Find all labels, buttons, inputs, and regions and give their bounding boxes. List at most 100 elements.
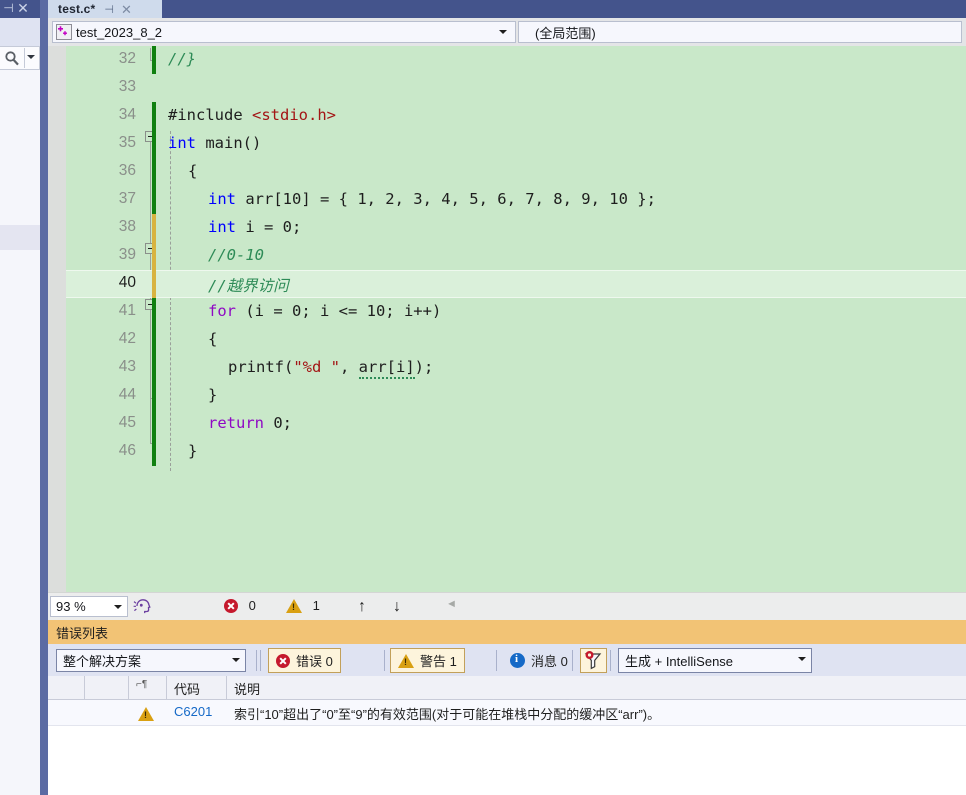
code-line[interactable]: 44} xyxy=(66,382,966,410)
previous-issue-button[interactable]: ↑ xyxy=(358,598,366,616)
tool-window-caption: ⊣ ✕ xyxy=(0,0,40,18)
chevron-down-icon[interactable] xyxy=(232,658,240,662)
project-dropdown[interactable]: test_2023_8_2 xyxy=(52,21,516,43)
code-text: //越界访问 xyxy=(208,274,289,296)
table-row[interactable]: C6201 索引“10”超出了“0”至“9”的有效范围(对于可能在堆栈中分配的缓… xyxy=(48,700,966,726)
scope-dropdown[interactable]: (全局范围) xyxy=(518,21,962,43)
code-line[interactable]: 43 printf("%d ", arr[i]); xyxy=(66,354,966,382)
search-input[interactable] xyxy=(0,46,40,70)
line-number: 46 xyxy=(118,442,136,459)
change-indicator-saved xyxy=(152,102,156,130)
code-line[interactable]: 34 #include <stdio.h> xyxy=(66,102,966,130)
code-line[interactable]: 35 int main() xyxy=(66,130,966,158)
code-token: for xyxy=(208,302,236,320)
code-line[interactable]: 42 { xyxy=(66,326,966,354)
code-line[interactable]: 45 return 0; xyxy=(66,410,966,438)
code-line[interactable]: 39 //0-10 xyxy=(66,242,966,270)
code-token: "%d " xyxy=(293,358,340,376)
line-number: 42 xyxy=(118,330,136,347)
left-tool-window: ⊣ ✕ xyxy=(0,0,40,795)
tab-label: test.c* xyxy=(58,2,96,16)
code-token: } xyxy=(188,442,198,460)
line-number: 37 xyxy=(118,190,136,207)
warnings-toggle-label: 警告 1 xyxy=(420,654,457,669)
code-token: arr[10] = { 1, 2, 3, 4, 5, 6, 7, 8, 9, 1… xyxy=(236,190,656,208)
code-token: int xyxy=(208,190,236,208)
code-text: for (i = 0; i <= 10; i++) xyxy=(208,302,441,320)
code-line[interactable]: 46} xyxy=(66,438,966,466)
code-editor[interactable]: 32//} 33 34 #include <stdio.h> 35 int main() 3… xyxy=(48,46,966,592)
column-header-description[interactable]: 说明 xyxy=(234,679,260,698)
tool-window-selected-item[interactable] xyxy=(0,225,40,250)
toolbar-divider xyxy=(384,650,385,671)
build-filter-dropdown[interactable]: 生成 + IntelliSense xyxy=(618,648,812,673)
zoom-level-dropdown[interactable]: 93 % xyxy=(50,596,128,617)
change-indicator-saved xyxy=(152,382,156,410)
project-name: test_2023_8_2 xyxy=(76,24,163,40)
code-line[interactable]: 32 //} xyxy=(66,46,966,74)
warning-count-value: 1 xyxy=(312,598,320,613)
chevron-down-icon[interactable] xyxy=(114,605,122,609)
close-icon[interactable]: ✕ xyxy=(121,3,132,16)
change-indicator-saved xyxy=(152,130,156,158)
document-well: test.c* ⊣ ✕ test_2023_8_2 (全局范围) 32 //} … xyxy=(48,0,966,795)
line-number: 40 xyxy=(118,274,136,291)
error-list-toolbar: 整个解决方案 错误 0 警告 1 消息 0 xyxy=(48,644,966,676)
error-count[interactable]: 0 xyxy=(224,598,256,613)
messages-toggle-label: 消息 0 xyxy=(531,654,568,669)
column-divider xyxy=(166,676,167,699)
code-line[interactable]: 41 for (i = 0; i <= 10; i++) xyxy=(66,298,966,326)
change-indicator-saved xyxy=(152,326,156,354)
code-token: ); xyxy=(414,358,434,376)
tool-window-list-rest[interactable] xyxy=(0,250,40,730)
code-line[interactable]: 38 int i = 0; xyxy=(66,214,966,242)
error-list-panel: 错误列表 整个解决方案 错误 0 警告 1 xyxy=(48,620,966,795)
tool-window-list[interactable] xyxy=(0,70,40,225)
next-issue-button[interactable]: ↓ xyxy=(393,598,401,616)
code-token: printf( xyxy=(228,358,294,376)
pin-icon[interactable]: ⊣ xyxy=(2,2,15,15)
column-header-code[interactable]: 代码 xyxy=(174,679,200,698)
error-icon xyxy=(276,653,290,668)
code-token: (i = 0; i <= 10; i++) xyxy=(236,302,442,320)
column-divider xyxy=(226,676,227,699)
toolbar-divider xyxy=(610,650,611,671)
close-icon[interactable]: ✕ xyxy=(16,1,30,16)
error-list-empty-area[interactable] xyxy=(48,726,966,795)
warnings-toggle-button[interactable]: 警告 1 xyxy=(390,648,465,673)
row-code[interactable]: C6201 xyxy=(174,704,212,719)
editor-tab-strip: test.c* ⊣ ✕ xyxy=(48,0,966,18)
scope-filter-value: 整个解决方案 xyxy=(63,654,142,669)
line-number: 33 xyxy=(118,78,136,95)
scope-filter-dropdown[interactable]: 整个解决方案 xyxy=(56,649,246,672)
chevron-down-icon[interactable] xyxy=(499,30,507,34)
warning-icon xyxy=(138,707,154,721)
messages-toggle-button[interactable]: 消息 0 xyxy=(502,648,576,673)
code-line[interactable]: 36 { xyxy=(66,158,966,186)
pin-icon[interactable]: ⊣ xyxy=(104,3,114,16)
error-list-caption[interactable]: 错误列表 xyxy=(48,620,966,644)
code-line[interactable]: 37 int arr[10] = { 1, 2, 3, 4, 5, 6, 7, 8… xyxy=(66,186,966,214)
errors-toggle-button[interactable]: 错误 0 xyxy=(268,648,341,673)
intellisense-icon[interactable] xyxy=(132,595,154,620)
editor-status-bar: 93 % 0 1 ↑ ↓ ◄ xyxy=(48,592,966,620)
chevron-down-icon[interactable] xyxy=(27,55,35,59)
toolbar-divider xyxy=(496,650,497,671)
filter-funnel-icon[interactable] xyxy=(580,648,607,673)
code-line[interactable]: 33 xyxy=(66,74,966,102)
code-text: { xyxy=(208,330,217,348)
window-splitter[interactable] xyxy=(40,0,48,795)
code-lines[interactable]: 32//} 33 34 #include <stdio.h> 35 int main() 3… xyxy=(66,46,966,592)
chevron-down-icon[interactable] xyxy=(798,657,806,661)
change-indicator-saved xyxy=(152,410,156,438)
code-text: return 0; xyxy=(208,414,292,432)
code-text: printf("%d ", arr[i]); xyxy=(228,358,434,379)
line-number: 38 xyxy=(118,218,136,235)
code-token: main() xyxy=(196,134,262,152)
warning-count[interactable]: 1 xyxy=(286,598,320,613)
code-line[interactable]: 40 //越界访问 xyxy=(66,270,966,298)
collapse-status-button[interactable]: ◄ xyxy=(446,598,457,610)
column-divider xyxy=(128,676,129,699)
tab-test-c[interactable]: test.c* ⊣ ✕ xyxy=(48,0,162,18)
code-text: int i = 0; xyxy=(208,218,301,236)
